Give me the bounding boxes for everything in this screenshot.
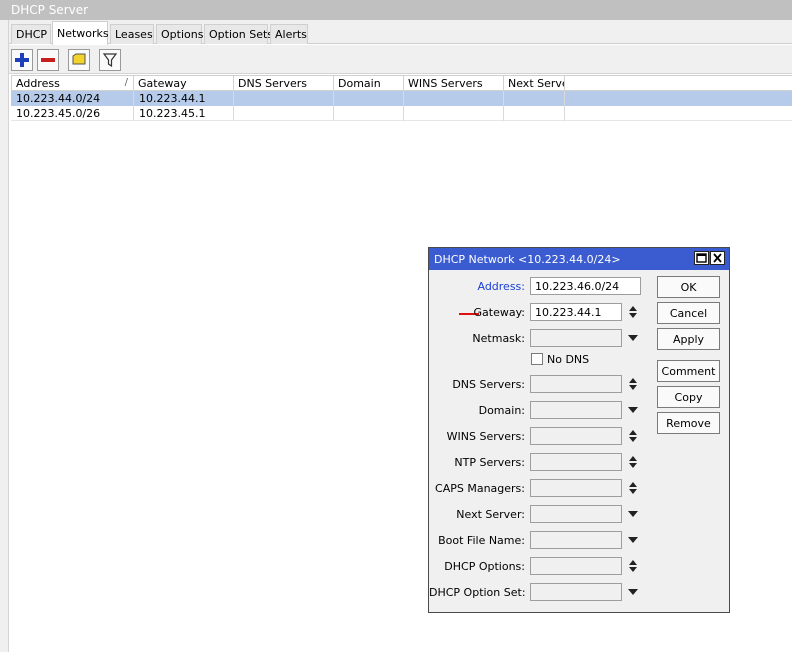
dns-servers-label: DNS Servers: (452, 378, 525, 391)
add-button[interactable] (11, 49, 33, 71)
cell-domain (334, 91, 404, 106)
netmask-input[interactable] (530, 329, 622, 347)
spin-arrows-icon[interactable] (628, 558, 638, 574)
add-icon (15, 53, 29, 67)
next-server-input[interactable] (530, 505, 622, 523)
cell-next-server (504, 91, 565, 106)
dhcp-options-input[interactable] (530, 557, 622, 575)
boot-file-name-label: Boot File Name: (438, 534, 525, 547)
domain-input[interactable] (530, 401, 622, 419)
header-filler (565, 75, 792, 91)
sort-indicator-icon: / (124, 77, 128, 88)
no-dns-checkbox[interactable] (531, 353, 543, 365)
dhcp-option-set-input[interactable] (530, 583, 622, 601)
toolbar (9, 45, 792, 74)
comment-icon (72, 53, 86, 65)
column-header-gateway[interactable]: Gateway (133, 75, 234, 91)
filter-icon (102, 53, 118, 68)
cell-gateway: 10.223.45.1 (134, 106, 234, 121)
dropdown-arrow-icon[interactable] (627, 588, 639, 596)
column-header-domain[interactable]: Domain (333, 75, 404, 91)
cell-next-server (504, 106, 565, 121)
dropdown-arrow-icon[interactable] (627, 334, 639, 342)
spin-arrows-icon[interactable] (628, 454, 638, 470)
tab-option-sets[interactable]: Option Sets (204, 24, 273, 44)
spin-arrows-icon[interactable] (628, 376, 638, 392)
dhcp-option-set-label: DHCP Option Set: (429, 586, 526, 599)
column-header-label: Address (16, 77, 60, 90)
column-header-dns-servers[interactable]: DNS Servers (233, 75, 334, 91)
copy-button[interactable]: Copy (657, 386, 720, 408)
dhcp-options-label: DHCP Options: (444, 560, 525, 573)
dropdown-arrow-icon[interactable] (627, 536, 639, 544)
no-dns-label: No DNS (547, 353, 590, 366)
cell-domain (334, 106, 404, 121)
spin-arrows-icon[interactable] (628, 304, 638, 320)
cell-dns-servers (234, 91, 334, 106)
wins-servers-input[interactable] (530, 427, 622, 445)
address-label: Address: (477, 280, 525, 293)
tab-bar: DHCP Networks Leases Options Option Sets… (9, 20, 792, 45)
tab-alerts[interactable]: Alerts (270, 24, 308, 44)
column-header-wins-servers[interactable]: WINS Servers (403, 75, 504, 91)
cell-address: 10.223.44.0/24 (11, 91, 134, 106)
networks-table: Address / Gateway DNS Servers Domain WIN… (11, 75, 792, 123)
maximize-icon (696, 253, 707, 263)
dialog-title: DHCP Network <10.223.44.0/24> (434, 253, 621, 266)
wins-servers-label: WINS Servers: (446, 430, 525, 443)
cell-dns-servers (234, 106, 334, 121)
ok-button[interactable]: OK (657, 276, 720, 298)
left-scroll-strip (0, 20, 9, 652)
tab-leases[interactable]: Leases (110, 24, 154, 44)
maximize-button[interactable] (694, 251, 709, 265)
column-header-address[interactable]: Address / (11, 75, 134, 91)
dhcp-network-dialog: DHCP Network <10.223.44.0/24> Address: 1… (428, 247, 730, 613)
comment-button[interactable]: Comment (657, 360, 720, 382)
spin-arrows-icon[interactable] (628, 480, 638, 496)
window-title: DHCP Server (0, 0, 792, 20)
cell-wins-servers (404, 106, 504, 121)
dropdown-arrow-icon[interactable] (627, 510, 639, 518)
table-row[interactable]: 10.223.45.0/26 10.223.45.1 (11, 106, 792, 121)
tab-networks[interactable]: Networks (52, 21, 109, 45)
address-input[interactable]: 10.223.46.0/24 (530, 277, 641, 295)
boot-file-name-input[interactable] (530, 531, 622, 549)
remove-button[interactable]: Remove (657, 412, 720, 434)
comment-button[interactable] (68, 49, 90, 71)
cell-wins-servers (404, 91, 504, 106)
cancel-button[interactable]: Cancel (657, 302, 720, 324)
cell-address: 10.223.45.0/26 (11, 106, 134, 121)
dialog-titlebar[interactable]: DHCP Network <10.223.44.0/24> (429, 248, 729, 270)
dropdown-arrow-icon[interactable] (627, 406, 639, 414)
ntp-servers-input[interactable] (530, 453, 622, 471)
domain-label: Domain: (478, 404, 525, 417)
apply-button[interactable]: Apply (657, 328, 720, 350)
cell-gateway: 10.223.44.1 (134, 91, 234, 106)
gateway-label: Gateway: (473, 306, 526, 319)
remove-icon (41, 58, 55, 62)
filter-button[interactable] (99, 49, 121, 71)
next-server-label: Next Server: (456, 508, 525, 521)
column-header-next-server[interactable]: Next Server (503, 75, 565, 91)
spin-arrows-icon[interactable] (628, 428, 638, 444)
tab-dhcp[interactable]: DHCP (11, 24, 51, 44)
netmask-label: Netmask: (472, 332, 525, 345)
close-icon (713, 253, 722, 263)
caps-managers-input[interactable] (530, 479, 622, 497)
dns-servers-input[interactable] (530, 375, 622, 393)
ntp-servers-label: NTP Servers: (454, 456, 525, 469)
remove-button[interactable] (37, 49, 59, 71)
close-button[interactable] (710, 251, 725, 265)
caps-managers-label: CAPS Managers: (435, 482, 525, 495)
gateway-input[interactable]: 10.223.44.1 (530, 303, 622, 321)
table-row[interactable]: 10.223.44.0/24 10.223.44.1 (11, 91, 792, 106)
tab-options[interactable]: Options (156, 24, 203, 44)
